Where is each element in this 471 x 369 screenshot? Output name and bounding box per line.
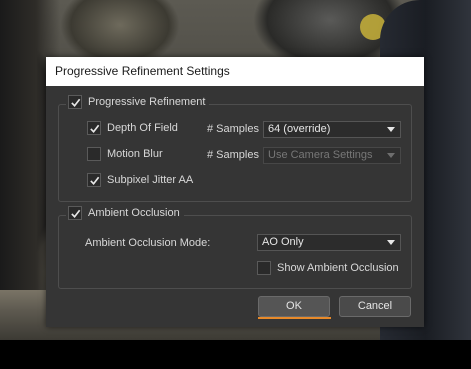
motion-blur-samples-value: Use Camera Settings	[268, 149, 373, 161]
show-ao-row: Show Ambient Occlusion	[257, 261, 399, 275]
ambient-occlusion-label: Ambient Occlusion	[88, 207, 180, 219]
bottom-letterbox	[0, 340, 471, 369]
checkmark-icon	[70, 98, 80, 107]
show-ao-label: Show Ambient Occlusion	[277, 262, 399, 274]
progressive-refinement-label: Progressive Refinement	[88, 96, 206, 108]
motion-blur-samples-label: # Samples	[207, 149, 259, 161]
chevron-down-icon	[387, 127, 395, 132]
chevron-down-icon	[387, 240, 395, 245]
ambient-occlusion-group: Ambient Occlusion Ambient Occlusion Mode…	[58, 206, 412, 289]
ok-button[interactable]: OK	[258, 296, 330, 317]
progressive-refinement-group: Progressive Refinement Depth Of Field # …	[58, 95, 412, 202]
progressive-refinement-checkbox[interactable]	[68, 95, 82, 109]
show-ao-checkbox[interactable]	[257, 261, 271, 275]
ambient-occlusion-checkbox[interactable]	[68, 206, 82, 220]
depth-of-field-checkbox[interactable]	[87, 121, 101, 135]
progressive-refinement-header: Progressive Refinement	[66, 95, 210, 109]
dof-samples-label: # Samples	[207, 123, 259, 135]
depth-of-field-row: Depth Of Field	[87, 121, 178, 135]
dof-samples-value: 64 (override)	[268, 123, 331, 135]
ok-focus-indicator	[258, 317, 331, 319]
motion-blur-row: Motion Blur	[87, 147, 163, 161]
ambient-occlusion-header: Ambient Occlusion	[66, 206, 184, 220]
dialog-title: Progressive Refinement Settings	[46, 57, 424, 86]
progressive-refinement-dialog: Progressive Refinement Settings Progress…	[46, 57, 424, 327]
subpixel-jitter-label: Subpixel Jitter AA	[107, 174, 194, 186]
ao-mode-dropdown[interactable]: AO Only	[257, 234, 401, 251]
checkmark-icon	[89, 176, 99, 185]
subpixel-jitter-row: Subpixel Jitter AA	[87, 173, 193, 187]
subpixel-jitter-checkbox[interactable]	[87, 173, 101, 187]
ao-mode-label: Ambient Occlusion Mode:	[85, 237, 211, 249]
checkmark-icon	[89, 124, 99, 133]
motion-blur-label: Motion Blur	[107, 148, 163, 160]
checkmark-icon	[70, 209, 80, 218]
depth-of-field-label: Depth Of Field	[107, 122, 178, 134]
chevron-down-icon	[387, 153, 395, 158]
motion-blur-samples-dropdown[interactable]: Use Camera Settings	[263, 147, 401, 164]
dof-samples-dropdown[interactable]: 64 (override)	[263, 121, 401, 138]
motion-blur-checkbox[interactable]	[87, 147, 101, 161]
ao-mode-value: AO Only	[262, 236, 304, 248]
cancel-button[interactable]: Cancel	[339, 296, 411, 317]
